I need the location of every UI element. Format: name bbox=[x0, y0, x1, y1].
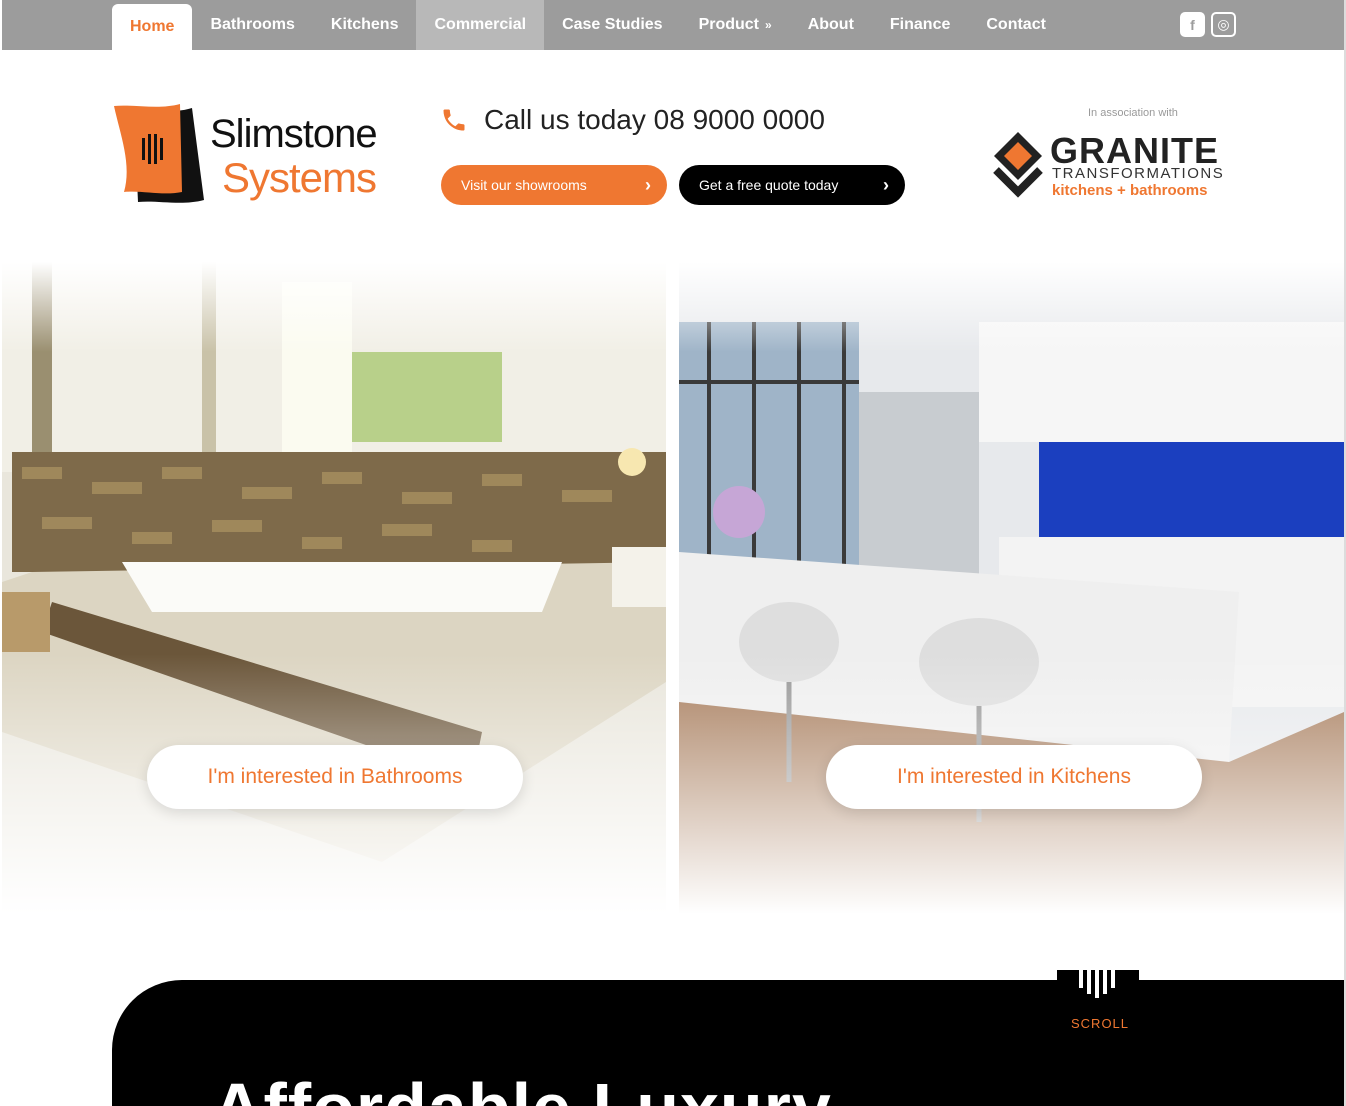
double-chevron-down-icon: » bbox=[765, 18, 772, 32]
chevron-right-icon: › bbox=[883, 175, 889, 195]
nav-label: Commercial bbox=[434, 16, 527, 33]
nav-item-home[interactable]: Home bbox=[112, 4, 193, 50]
visit-showrooms-button[interactable]: Visit our showrooms › bbox=[441, 165, 667, 205]
top-nav: Home Bathrooms Kitchens Commercial Case … bbox=[2, 0, 1344, 50]
scroll-icon bbox=[1079, 970, 1115, 998]
scroll-indicator[interactable] bbox=[1057, 970, 1139, 1000]
nav-label: Home bbox=[130, 18, 175, 35]
nav-item-contact[interactable]: Contact bbox=[968, 0, 1064, 50]
nav-label: Bathrooms bbox=[210, 16, 295, 33]
partner-subtitle: TRANSFORMATIONS bbox=[1052, 165, 1225, 182]
nav-menu: Home Bathrooms Kitchens Commercial Case … bbox=[112, 0, 1064, 50]
social-links: f ◎ bbox=[1180, 12, 1236, 37]
nav-item-commercial[interactable]: Commercial bbox=[416, 0, 545, 50]
kitchen-hero-image[interactable]: I'm interested in Kitchens bbox=[679, 262, 1344, 914]
scroll-label: SCROLL bbox=[1071, 1016, 1130, 1031]
bathrooms-interest-button[interactable]: I'm interested in Bathrooms bbox=[147, 745, 523, 809]
nav-item-kitchens[interactable]: Kitchens bbox=[313, 0, 417, 50]
bathroom-hero-image[interactable]: I'm interested in Bathrooms bbox=[2, 262, 666, 914]
partner-tagline: kitchens + bathrooms bbox=[1052, 182, 1208, 199]
instagram-icon[interactable]: ◎ bbox=[1211, 12, 1236, 37]
nav-item-about[interactable]: About bbox=[790, 0, 872, 50]
image-fade-top bbox=[2, 262, 666, 352]
nav-label: Finance bbox=[889, 16, 951, 33]
kitchens-interest-button[interactable]: I'm interested in Kitchens bbox=[826, 745, 1202, 809]
button-label: Get a free quote today bbox=[699, 177, 839, 193]
site-logo[interactable]: Slimstone Systems bbox=[112, 104, 387, 206]
button-label: Visit our showrooms bbox=[461, 177, 587, 193]
nav-item-product[interactable]: Product » bbox=[681, 0, 790, 50]
nav-item-bathrooms[interactable]: Bathrooms bbox=[192, 0, 312, 50]
section-title: Affordable Luxury bbox=[212, 1068, 832, 1106]
logo-wordmark-line2: Systems bbox=[222, 154, 377, 201]
nav-item-case-studies[interactable]: Case Studies bbox=[544, 0, 680, 50]
call-us[interactable]: Call us today 08 9000 0000 bbox=[440, 104, 825, 136]
nav-label: About bbox=[807, 16, 854, 33]
chevron-right-icon: › bbox=[645, 175, 651, 195]
slimstone-logo-mark bbox=[114, 104, 204, 203]
nav-item-finance[interactable]: Finance bbox=[872, 0, 968, 50]
nav-label: Kitchens bbox=[330, 16, 399, 33]
free-quote-button[interactable]: Get a free quote today › bbox=[679, 165, 905, 205]
association-label: In association with bbox=[1088, 107, 1178, 119]
image-fade-top bbox=[679, 262, 1344, 352]
facebook-icon[interactable]: f bbox=[1180, 12, 1205, 37]
nav-label: Contact bbox=[986, 16, 1046, 33]
partner-logo[interactable]: GRANITE TRANSFORMATIONS kitchens + bathr… bbox=[990, 130, 1240, 205]
nav-label: Product bbox=[698, 16, 760, 33]
affordable-luxury-section: Affordable Luxury bbox=[112, 980, 1344, 1106]
call-text: Call us today 08 9000 0000 bbox=[484, 104, 825, 135]
granite-logo-mark bbox=[993, 132, 1043, 198]
phone-icon bbox=[443, 109, 465, 131]
logo-wordmark-line1: Slimstone bbox=[210, 112, 378, 156]
nav-label: Case Studies bbox=[562, 16, 663, 33]
